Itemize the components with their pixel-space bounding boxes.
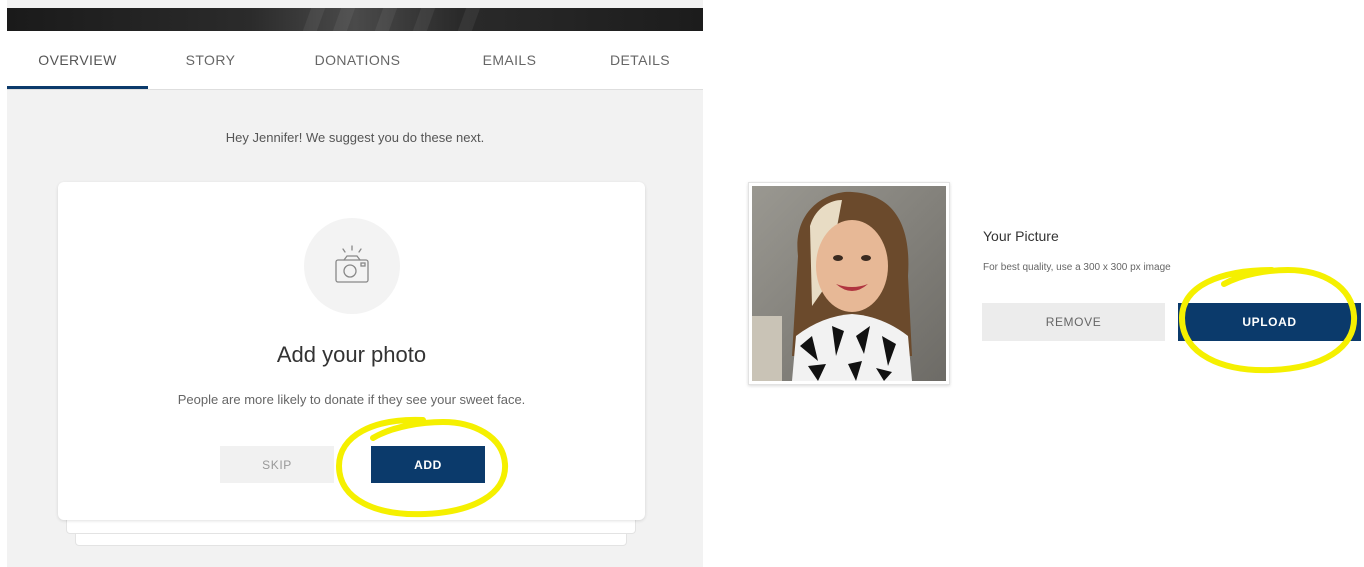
add-photo-card: Add your photo People are more likely to…	[58, 182, 645, 520]
suggestion-text: Hey Jennifer! We suggest you do these ne…	[225, 130, 485, 145]
card-title: Add your photo	[276, 342, 427, 367]
active-tab-indicator	[7, 86, 148, 89]
tab-overview[interactable]: OVERVIEW	[7, 31, 148, 90]
profile-photo	[748, 182, 950, 385]
upload-button[interactable]: UPLOAD	[1178, 303, 1361, 341]
tab-story[interactable]: STORY	[148, 31, 273, 90]
tab-emails[interactable]: EMAILS	[442, 31, 577, 90]
tab-bar: OVERVIEW STORY DONATIONS EMAILS DETAILS	[7, 31, 703, 90]
add-button[interactable]: ADD	[371, 446, 485, 483]
fundraiser-panel: OVERVIEW STORY DONATIONS EMAILS DETAILS …	[7, 0, 703, 567]
remove-button[interactable]: REMOVE	[982, 303, 1165, 341]
skip-button[interactable]: SKIP	[220, 446, 334, 483]
your-picture-title: Your Picture	[983, 228, 1059, 244]
hero-banner	[7, 8, 703, 31]
image-size-hint: For best quality, use a 300 x 300 px ima…	[983, 262, 1171, 273]
tab-donations[interactable]: DONATIONS	[273, 31, 442, 90]
camera-icon	[304, 218, 400, 314]
card-subtitle: People are more likely to donate if they…	[177, 392, 526, 407]
tab-details[interactable]: DETAILS	[577, 31, 703, 90]
